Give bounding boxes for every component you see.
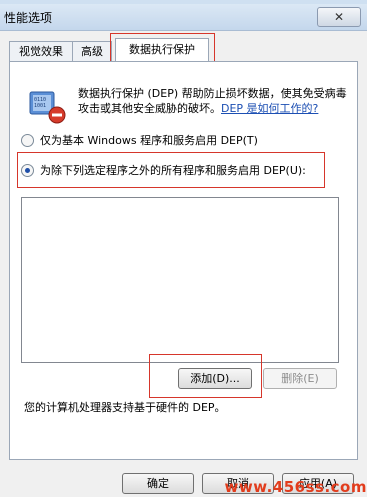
radio-basic[interactable]: [21, 133, 34, 147]
svg-text:1001: 1001: [34, 103, 46, 109]
dep-help-link[interactable]: DEP 是如何工作的?: [221, 102, 318, 115]
tab-label: 视觉效果: [19, 45, 63, 58]
site-watermark: www.456ss.com: [224, 478, 367, 496]
hardware-dep-support-text: 您的计算机处理器支持基于硬件的 DEP。: [24, 401, 226, 414]
exception-program-list[interactable]: [21, 197, 339, 363]
dep-chip-shield-icon: 0110 1001: [29, 91, 66, 124]
remove-button: 删除(E): [263, 368, 337, 389]
window-title: 性能选项: [4, 11, 53, 25]
remove-button-label: 删除(E): [281, 372, 319, 385]
tab-visual-effects[interactable]: 视觉效果: [9, 41, 73, 62]
dep-description: 数据执行保护 (DEP) 帮助防止损坏数据，使其免受病毒攻击或其他安全威胁的破坏…: [78, 86, 348, 116]
highlight-box-option: [17, 152, 325, 188]
tab-label: 高级: [81, 45, 103, 58]
close-button[interactable]: ✕: [317, 7, 361, 27]
dep-panel: 0110 1001 数据执行保护 (DEP) 帮助防止损坏数据，使其免受病毒攻击…: [9, 61, 358, 460]
option-basic-programs[interactable]: 仅为基本 Windows 程序和服务启用 DEP(T): [21, 132, 258, 148]
option-basic-label: 仅为基本 Windows 程序和服务启用 DEP(T): [40, 134, 258, 147]
close-icon: ✕: [333, 10, 345, 24]
ok-button-label: 确定: [147, 477, 169, 490]
title-bar: 性能选项 ✕: [0, 4, 367, 31]
tab-advanced[interactable]: 高级: [72, 41, 112, 62]
ok-button[interactable]: 确定: [122, 473, 194, 494]
highlight-box-add: [149, 354, 262, 398]
